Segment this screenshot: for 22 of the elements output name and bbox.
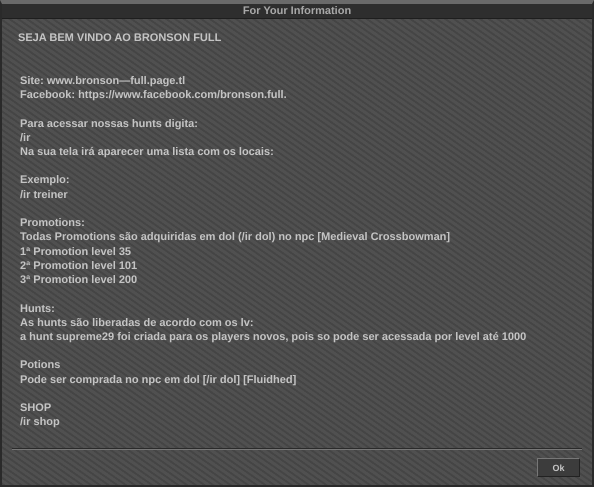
text-line: /ir treiner	[20, 188, 69, 202]
text-line: Potions	[20, 358, 62, 373]
text-line: SHOP	[20, 401, 52, 416]
text-line: Exemplo:	[20, 173, 71, 188]
text-line: Na sua tela irá aparecer uma lista com os locais:	[20, 145, 275, 160]
text-line: 3ª Promotion level 200	[20, 273, 138, 288]
heading: SEJA BEM VINDO AO BRONSON FULL	[18, 31, 222, 45]
text-line: Pode ser comprada no npc em dol [/ir dol] [Fluidhed]	[20, 372, 298, 388]
text-line: /ir shop	[20, 415, 61, 430]
text-line: a hunt supreme29 foi criada para os players novos, pois so pode ser acessada por level até 1000	[20, 330, 528, 344]
text-line: Facebook: https://www.facebook.com/bronson.full.	[20, 88, 288, 103]
ok-button[interactable]: Ok	[537, 458, 580, 477]
text-line: As hunts são liberadas de acordo com os lv:	[20, 316, 255, 330]
text-line: Todas Promotions são adquiridas em dol (/ir dol) no npc [Medieval Crossbowman]	[20, 230, 452, 245]
text-line: 1ª Promotion level 35	[20, 244, 132, 259]
text-line: Hunts:	[20, 302, 56, 316]
text-line: Para acessar nossas hunts digita:	[20, 116, 199, 131]
text-line: Site: www.bronson—full.page.tl	[20, 74, 186, 88]
text-line: Promotions:	[20, 216, 86, 230]
text-line: 2ª Promotion level 101	[20, 258, 138, 274]
text-line: /ir	[20, 130, 32, 146]
window-title: For Your Information	[2, 4, 592, 19]
